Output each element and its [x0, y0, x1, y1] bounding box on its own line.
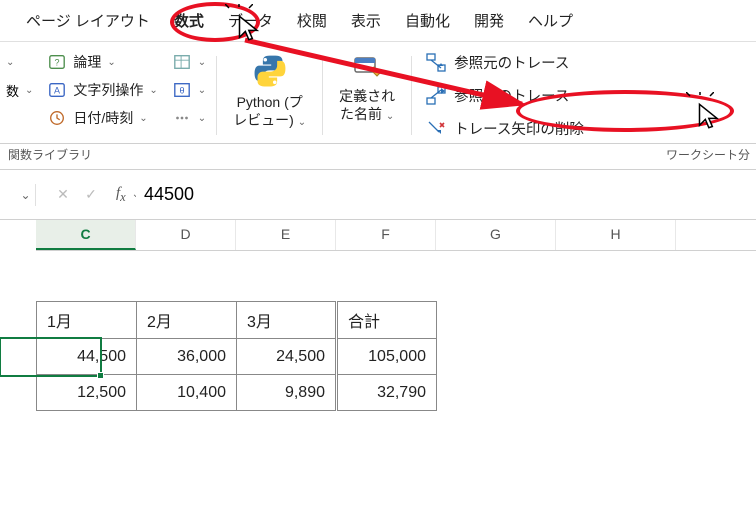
- more-icon: [172, 108, 192, 128]
- trace-precedents-label: 参照元のトレース: [454, 52, 569, 73]
- datetime-dropdown[interactable]: 日付/時刻 ⌄: [47, 108, 157, 128]
- chevron-down-icon: ⌄: [592, 123, 600, 134]
- name-tag-icon: [351, 52, 383, 84]
- python-icon: [251, 52, 289, 90]
- remove-arrows-label: トレース矢印の削除: [454, 118, 584, 139]
- fill-handle[interactable]: [97, 372, 104, 379]
- more-dropdown[interactable]: ⌄: [172, 108, 206, 128]
- more-functions-trunc[interactable]: ⌄: [6, 57, 33, 68]
- function-library-group: ⌄ 数 ⌄ ? 論理 ⌄ A 文字列操作 ⌄ 日付/時刻 ⌄: [6, 52, 206, 128]
- accept-formula-button[interactable]: ✓: [80, 184, 102, 205]
- trace-precedents-button[interactable]: 参照元のトレース: [426, 52, 600, 73]
- column-header-h[interactable]: H: [556, 220, 676, 250]
- chevron-down-icon: ⌄: [386, 111, 394, 122]
- header-jan[interactable]: 1月: [37, 302, 137, 339]
- chevron-down-icon: ⌄: [25, 85, 33, 96]
- svg-text:A: A: [54, 86, 60, 96]
- column-header-g[interactable]: G: [436, 220, 556, 250]
- worksheet-analysis-section-label: ワークシート分: [658, 144, 756, 169]
- formula-input[interactable]: [136, 180, 750, 209]
- lookup-icon: [172, 52, 192, 72]
- tab-review[interactable]: 校閲: [293, 6, 331, 35]
- column-header-d[interactable]: D: [136, 220, 236, 250]
- tab-view[interactable]: 表示: [347, 6, 385, 35]
- chevron-down-icon: ⌄: [198, 113, 206, 124]
- formula-auditing-group: 参照元のトレース 参照先のトレース トレース矢印の削除 ⌄: [422, 52, 604, 139]
- chevron-down-icon: ⌄: [139, 113, 147, 124]
- lookup-dropdown[interactable]: ⌄: [172, 52, 206, 72]
- logical-dropdown[interactable]: ? 論理 ⌄: [47, 52, 157, 72]
- clock-icon: [47, 108, 67, 128]
- chevron-down-icon: ⌄: [198, 85, 206, 96]
- trace-precedents-icon: [426, 53, 446, 73]
- names-label-2: た名前: [340, 106, 382, 122]
- python-label-2: レビュー): [233, 112, 294, 128]
- spreadsheet-grid: C D E F G H 1月 2月 3月 合計 44,500 36,000 24…: [0, 220, 756, 411]
- recent-functions-trunc[interactable]: 数 ⌄: [6, 81, 33, 100]
- table-header-row: 1月 2月 3月 合計: [37, 302, 437, 339]
- cell[interactable]: 32,790: [337, 375, 437, 411]
- chevron-down-icon: ⌄: [149, 85, 157, 96]
- text-dropdown[interactable]: A 文字列操作 ⌄: [47, 80, 157, 100]
- python-preview-button[interactable]: Python (プ レビュー) ⌄: [227, 52, 312, 129]
- tab-developer[interactable]: 開発: [470, 6, 508, 35]
- column-header-f[interactable]: F: [336, 220, 436, 250]
- svg-text:θ: θ: [179, 86, 184, 96]
- remove-arrows-button[interactable]: トレース矢印の削除 ⌄: [426, 118, 600, 139]
- table-row: 44,500 36,000 24,500 105,000: [37, 339, 437, 375]
- math-dropdown[interactable]: θ ⌄: [172, 80, 206, 100]
- remove-arrows-icon: [426, 119, 446, 139]
- cell[interactable]: 36,000: [137, 339, 237, 375]
- cancel-formula-button[interactable]: ✕: [52, 184, 74, 205]
- chevron-down-icon: ⌄: [107, 57, 115, 68]
- cell[interactable]: 44,500: [37, 339, 137, 375]
- ribbon-body: ⌄ 数 ⌄ ? 論理 ⌄ A 文字列操作 ⌄ 日付/時刻 ⌄: [0, 42, 756, 144]
- svg-text:?: ?: [55, 58, 60, 68]
- header-mar[interactable]: 3月: [237, 302, 337, 339]
- tab-page-layout[interactable]: ページ レイアウト: [22, 6, 154, 35]
- function-library-section-label: 関数ライブラリ: [0, 144, 98, 169]
- table-row: 12,500 10,400 9,890 32,790: [37, 375, 437, 411]
- python-label-1: Python (プ: [237, 94, 303, 110]
- cell[interactable]: 105,000: [337, 339, 437, 375]
- cell[interactable]: 10,400: [137, 375, 237, 411]
- theta-icon: θ: [172, 80, 192, 100]
- datetime-label: 日付/時刻: [73, 108, 133, 128]
- logical-icon: ?: [47, 52, 67, 72]
- trace-dependents-icon: [426, 86, 446, 106]
- tab-formulas[interactable]: 数式: [170, 6, 208, 35]
- cell[interactable]: 9,890: [237, 375, 337, 411]
- names-label-1: 定義され: [339, 88, 395, 104]
- header-feb[interactable]: 2月: [137, 302, 237, 339]
- chevron-down-icon: ⌄: [198, 57, 206, 68]
- column-header-e[interactable]: E: [236, 220, 336, 250]
- name-box-dropdown[interactable]: ⌄: [16, 184, 36, 206]
- text-label: 文字列操作: [73, 80, 143, 100]
- tab-data[interactable]: データ: [224, 6, 277, 35]
- tab-automate[interactable]: 自動化: [401, 6, 454, 35]
- chevron-down-icon: ⌄: [6, 57, 14, 68]
- label-trunc: 数: [6, 81, 19, 100]
- trace-dependents-button[interactable]: 参照先のトレース: [426, 85, 600, 106]
- logical-label: 論理: [73, 52, 101, 72]
- sheet-area[interactable]: 1月 2月 3月 合計 44,500 36,000 24,500 105,000…: [0, 251, 756, 411]
- formula-bar: ⌄ ✕ ✓ fx⌄: [0, 170, 756, 220]
- tab-help[interactable]: ヘルプ: [524, 6, 577, 35]
- defined-names-button[interactable]: 定義され た名前 ⌄: [333, 52, 401, 123]
- cell[interactable]: 12,500: [37, 375, 137, 411]
- data-table: 1月 2月 3月 合計 44,500 36,000 24,500 105,000…: [36, 301, 437, 411]
- text-icon: A: [47, 80, 67, 100]
- trace-dependents-label: 参照先のトレース: [454, 85, 569, 106]
- column-headers: C D E F G H: [36, 220, 756, 251]
- cell[interactable]: 24,500: [237, 339, 337, 375]
- header-total[interactable]: 合計: [337, 302, 437, 339]
- column-header-c[interactable]: C: [36, 220, 136, 250]
- ribbon-tabs: ページ レイアウト 数式 データ 校閲 表示 自動化 開発 ヘルプ: [0, 0, 756, 42]
- chevron-down-icon: ⌄: [298, 117, 306, 128]
- insert-function-button[interactable]: fx⌄: [108, 182, 130, 207]
